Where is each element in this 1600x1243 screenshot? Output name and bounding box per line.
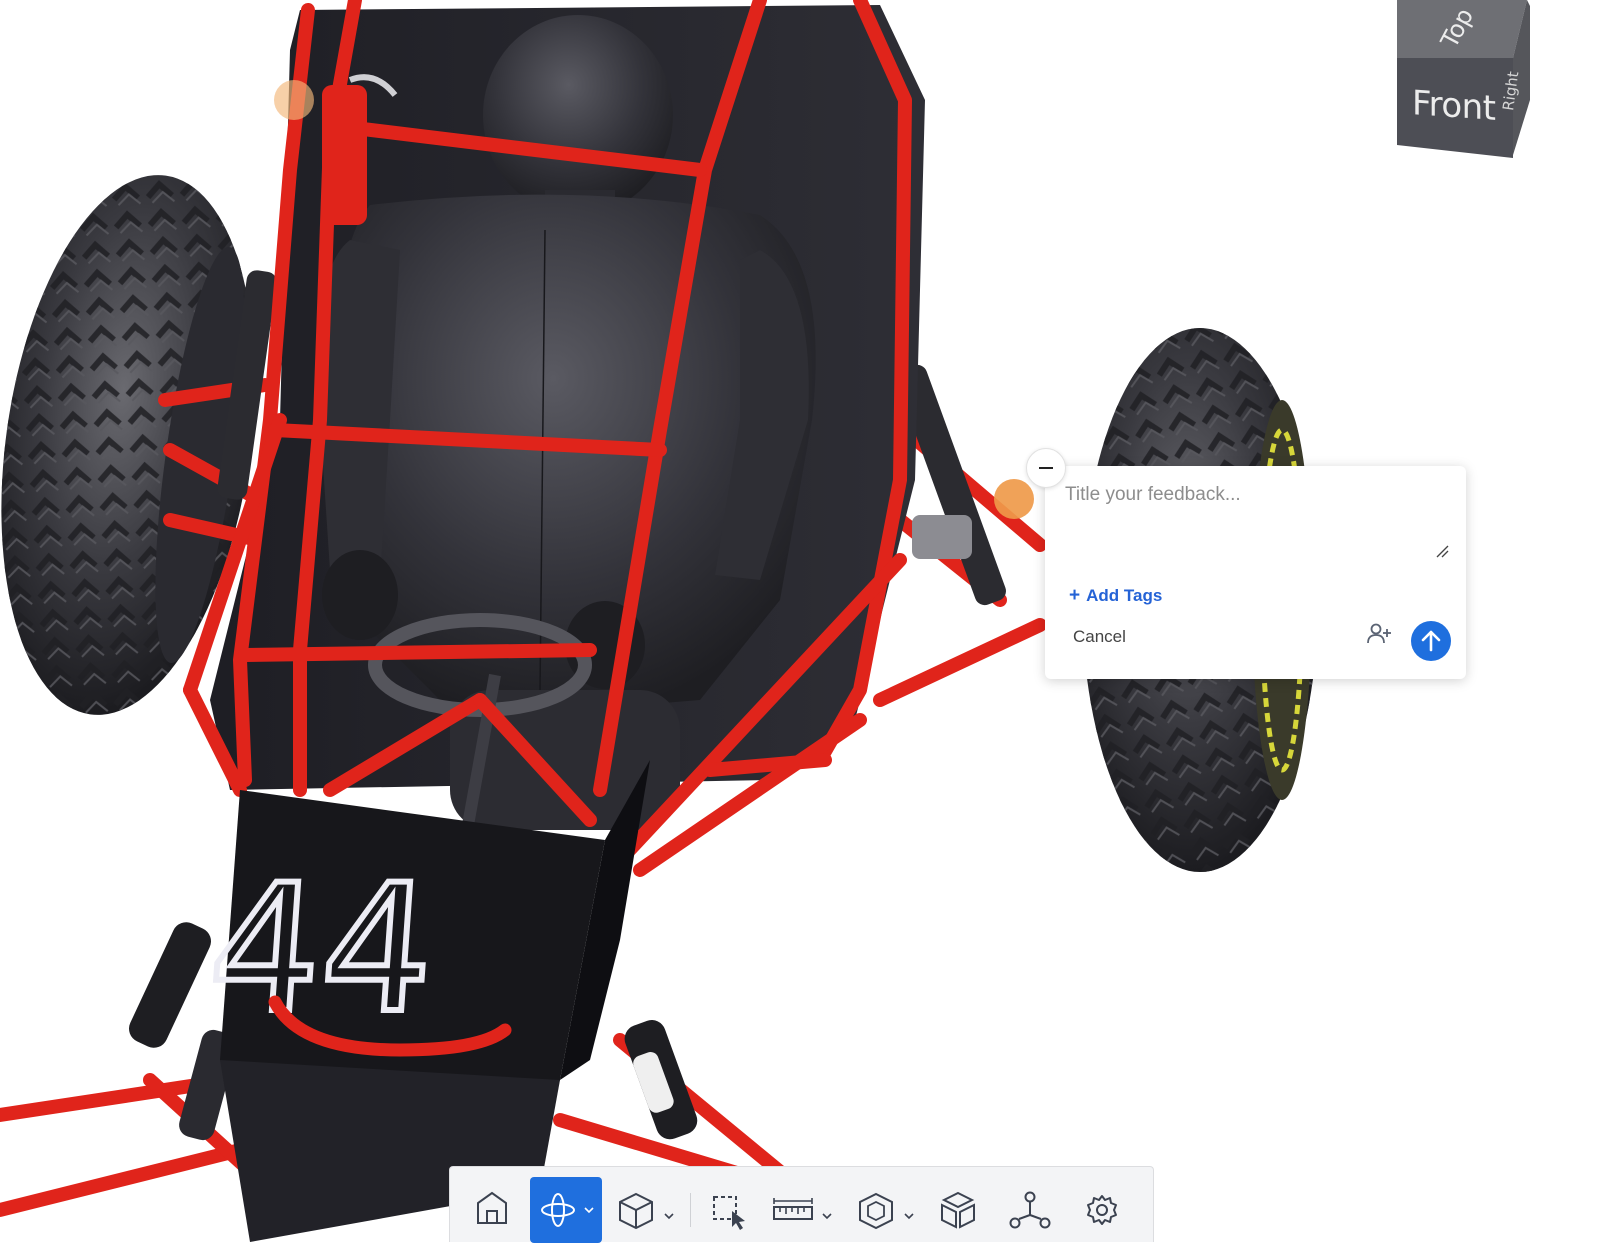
section-button[interactable] bbox=[850, 1177, 922, 1243]
plus-icon: + bbox=[1069, 585, 1081, 606]
section-cube-icon bbox=[859, 1192, 914, 1230]
home-icon bbox=[477, 1191, 507, 1224]
feedback-title-input[interactable] bbox=[1063, 482, 1427, 546]
settings-button[interactable] bbox=[1072, 1177, 1132, 1243]
cube-view-icon bbox=[619, 1192, 674, 1230]
viewer-toolbar bbox=[449, 1166, 1154, 1243]
add-tags-label: Add Tags bbox=[1086, 586, 1163, 605]
add-tags-button[interactable]: + Add Tags bbox=[1069, 585, 1162, 607]
view-cube[interactable]: Front Top Right bbox=[1385, 0, 1530, 160]
model-tree-icon bbox=[1009, 1191, 1051, 1229]
home-button[interactable] bbox=[462, 1177, 522, 1243]
feedback-pin-marker[interactable] bbox=[274, 80, 314, 120]
cancel-button[interactable]: Cancel bbox=[1073, 627, 1126, 647]
submit-feedback-button[interactable] bbox=[1411, 621, 1451, 661]
view-mode-button[interactable] bbox=[610, 1177, 682, 1243]
car-number: 44 bbox=[202, 846, 440, 1052]
box-select-icon bbox=[713, 1196, 745, 1230]
orbit-button[interactable] bbox=[530, 1177, 602, 1243]
toolbar-separator bbox=[690, 1193, 691, 1227]
feedback-card: + Add Tags Cancel bbox=[1045, 466, 1466, 679]
model-tree-button[interactable] bbox=[1000, 1177, 1060, 1243]
measure-button[interactable] bbox=[766, 1177, 844, 1243]
orbit-icon bbox=[541, 1193, 594, 1227]
resize-grip-icon[interactable] bbox=[1435, 544, 1449, 558]
explode-icon bbox=[941, 1191, 975, 1229]
arrow-up-icon bbox=[1421, 630, 1441, 652]
settings-icon bbox=[1087, 1195, 1117, 1225]
feedback-pin-marker-active[interactable] bbox=[994, 479, 1034, 519]
box-select-button[interactable] bbox=[700, 1177, 760, 1243]
view-cube-front-label[interactable]: Front bbox=[1412, 83, 1496, 129]
minimize-feedback-button[interactable] bbox=[1026, 448, 1066, 488]
add-person-icon[interactable] bbox=[1365, 620, 1393, 648]
explode-button[interactable] bbox=[928, 1177, 988, 1243]
ruler-icon bbox=[773, 1198, 832, 1220]
